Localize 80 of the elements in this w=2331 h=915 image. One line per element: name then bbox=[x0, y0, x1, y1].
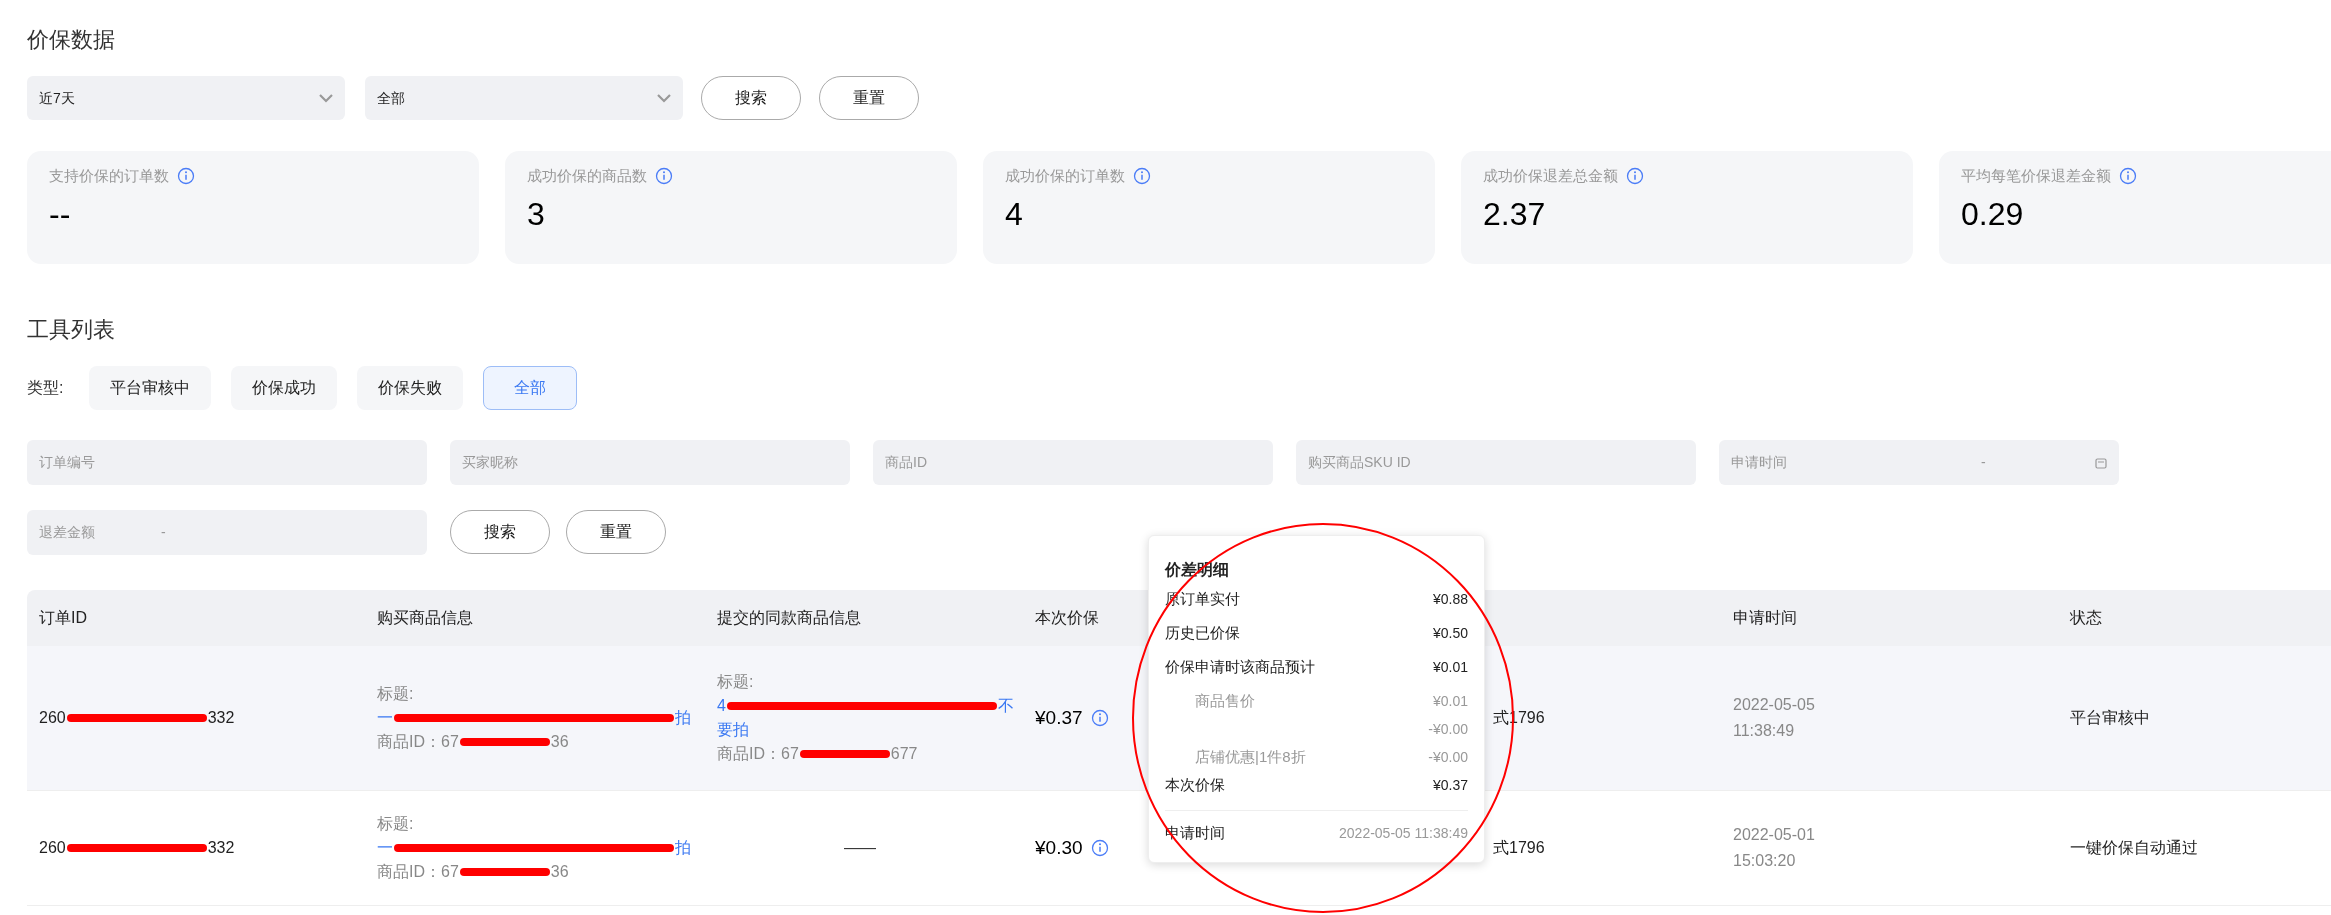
range-field[interactable]: 退差金额 - bbox=[27, 510, 427, 555]
table-cell: 式1796 bbox=[1493, 839, 1545, 856]
info-icon bbox=[1626, 167, 1644, 186]
chevron-down-icon bbox=[319, 93, 333, 103]
filter-tab[interactable]: 价保失败 bbox=[357, 366, 464, 410]
reset-button[interactable]: 重置 bbox=[566, 510, 666, 554]
input-field[interactable]: 买家昵称 bbox=[450, 440, 850, 485]
stat-value: 3 bbox=[527, 194, 546, 234]
filter-tab[interactable]: 全部 bbox=[483, 366, 578, 410]
input-field[interactable]: 订单编号 bbox=[27, 440, 427, 485]
input-field[interactable]: 购买商品SKU ID bbox=[1296, 440, 1696, 485]
product-id: 商品ID：67 36 bbox=[377, 862, 570, 882]
column-header: 购买商品信息 bbox=[377, 609, 473, 626]
section-title: 工具列表 bbox=[27, 316, 116, 344]
status-text: 一键价保自动通过 bbox=[2070, 839, 2198, 856]
type-label: 类型: bbox=[27, 378, 64, 398]
detail-value: ¥0.88 bbox=[1432, 589, 1468, 609]
stat-value: 4 bbox=[1005, 194, 1024, 234]
dropdown[interactable]: 近7天 bbox=[27, 76, 345, 120]
detail-label: 价保申请时该商品预计 bbox=[1165, 656, 1315, 677]
input-field[interactable]: 商品ID bbox=[873, 440, 1273, 485]
info-icon bbox=[1090, 709, 1109, 727]
detail-value: ¥0.37 bbox=[1432, 775, 1468, 795]
detail-value: ¥0.01 bbox=[1432, 691, 1468, 711]
filter-tab[interactable]: 价保成功 bbox=[231, 366, 338, 410]
calendar-icon bbox=[2095, 456, 2107, 469]
dropdown[interactable]: 全部 bbox=[365, 76, 683, 120]
product-id: 商品ID：67 36 bbox=[377, 732, 570, 752]
date-text: 2022-05-01 bbox=[1733, 825, 1816, 845]
stat-value: -- bbox=[49, 194, 72, 234]
stat-label: 平均每笔价保退差金额 bbox=[1961, 166, 2111, 186]
detail-value: ¥0.50 bbox=[1432, 623, 1468, 643]
detail-value: 2022-05-05 11:38:49 bbox=[1339, 824, 1468, 843]
detail-label: 商品售价 bbox=[1195, 690, 1255, 711]
column-header: 状态 bbox=[2070, 609, 2102, 626]
amount: ¥0.37 bbox=[1035, 705, 1083, 730]
column-header: 本次价保 bbox=[1035, 609, 1099, 626]
time-text: 11:38:49 bbox=[1733, 721, 1796, 741]
chevron-down-icon bbox=[657, 93, 671, 103]
detail-value: -¥0.00 bbox=[1428, 747, 1468, 767]
column-header: 提交的同款商品信息 bbox=[717, 609, 861, 626]
detail-label: 本次价保 bbox=[1165, 774, 1225, 795]
product-title-link[interactable]: 一 拍 bbox=[377, 836, 705, 860]
column-header: 申请时间 bbox=[1733, 609, 1797, 626]
stat-label: 成功价保的商品数 bbox=[527, 166, 647, 186]
stat-label: 支持价保的订单数 bbox=[49, 166, 169, 186]
detail-label: 店铺优惠|1件8折 bbox=[1195, 746, 1306, 767]
filter-tab[interactable]: 平台审核中 bbox=[89, 366, 212, 410]
search-button[interactable]: 搜索 bbox=[450, 510, 550, 554]
time-text: 15:03:20 bbox=[1733, 851, 1797, 871]
detail-value: ¥0.01 bbox=[1432, 657, 1468, 677]
info-icon bbox=[2119, 167, 2137, 186]
info-icon bbox=[655, 167, 673, 186]
order-id: 260 332 bbox=[39, 708, 236, 728]
detail-label: 历史已价保 bbox=[1165, 622, 1240, 643]
amount: ¥0.30 bbox=[1035, 835, 1083, 860]
status-text: 平台审核中 bbox=[2070, 709, 2150, 726]
product-label: 标题: bbox=[377, 684, 415, 704]
column-header: 订单ID bbox=[39, 609, 87, 626]
info-icon bbox=[1090, 839, 1109, 857]
stat-value: 0.29 bbox=[1961, 194, 2025, 234]
product-title-link[interactable]: 4 不 bbox=[717, 694, 1023, 718]
product-label: 标题: bbox=[377, 814, 415, 834]
info-icon bbox=[177, 167, 195, 186]
product-title-link[interactable]: 一 拍 bbox=[377, 706, 705, 730]
stat-value: 2.37 bbox=[1483, 194, 1547, 234]
product-label: 标题: bbox=[717, 672, 755, 692]
date-text: 2022-05-05 bbox=[1733, 695, 1816, 715]
reset-button[interactable]: 重置 bbox=[819, 76, 919, 120]
stat-label: 成功价保的订单数 bbox=[1005, 166, 1125, 186]
product-id: 商品ID：67 677 bbox=[717, 744, 919, 764]
section-title: 价保数据 bbox=[27, 26, 116, 54]
empty-dash: —— bbox=[844, 839, 876, 856]
stat-label: 成功价保退差总金额 bbox=[1483, 166, 1618, 186]
range-field[interactable]: 申请时间 - bbox=[1719, 440, 2119, 485]
info-icon bbox=[1133, 167, 1151, 186]
order-id: 260 332 bbox=[39, 838, 236, 858]
search-button[interactable]: 搜索 bbox=[701, 76, 801, 120]
product-title-link[interactable]: 要拍 bbox=[717, 718, 1023, 742]
detail-value: -¥0.00 bbox=[1428, 719, 1468, 739]
